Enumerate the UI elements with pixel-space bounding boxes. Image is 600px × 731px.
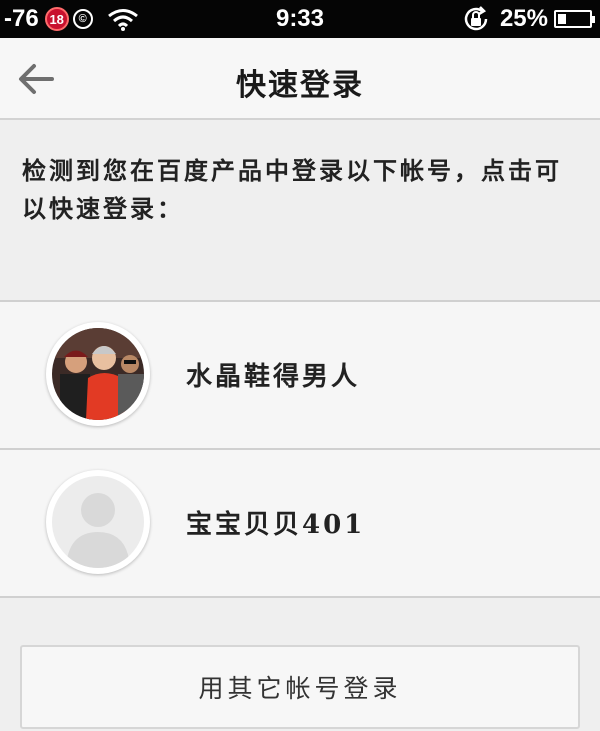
other-account-login-button[interactable]: 用其它帐号登录 — [20, 645, 580, 729]
battery-fill — [558, 14, 566, 24]
rotation-lock-icon — [464, 6, 488, 31]
account-name: 水晶鞋得男人 — [186, 362, 361, 392]
page-title: 快速登录 — [236, 68, 364, 103]
account-row[interactable]: 水晶鞋得男人 — [0, 302, 600, 450]
account-row[interactable]: 宝宝贝贝401 — [0, 450, 600, 598]
account-list: 水晶鞋得男人 宝宝贝贝401 — [0, 300, 600, 598]
account-name: 宝宝贝贝401 — [186, 510, 366, 540]
instruction-text: 检测到您在百度产品中登录以下帐号，点击可以快速登录： — [22, 156, 562, 223]
avatar — [46, 470, 150, 574]
nav-bar: 快速登录 — [0, 38, 600, 120]
default-avatar-icon — [52, 476, 144, 568]
battery-icon — [554, 10, 595, 28]
photo-avatar — [52, 328, 144, 420]
battery-percent: 25% — [499, 5, 548, 32]
status-right: 25% — [462, 5, 595, 33]
avatar — [46, 322, 150, 426]
status-bar: -76 18 © 9:33 25% — [0, 0, 600, 38]
